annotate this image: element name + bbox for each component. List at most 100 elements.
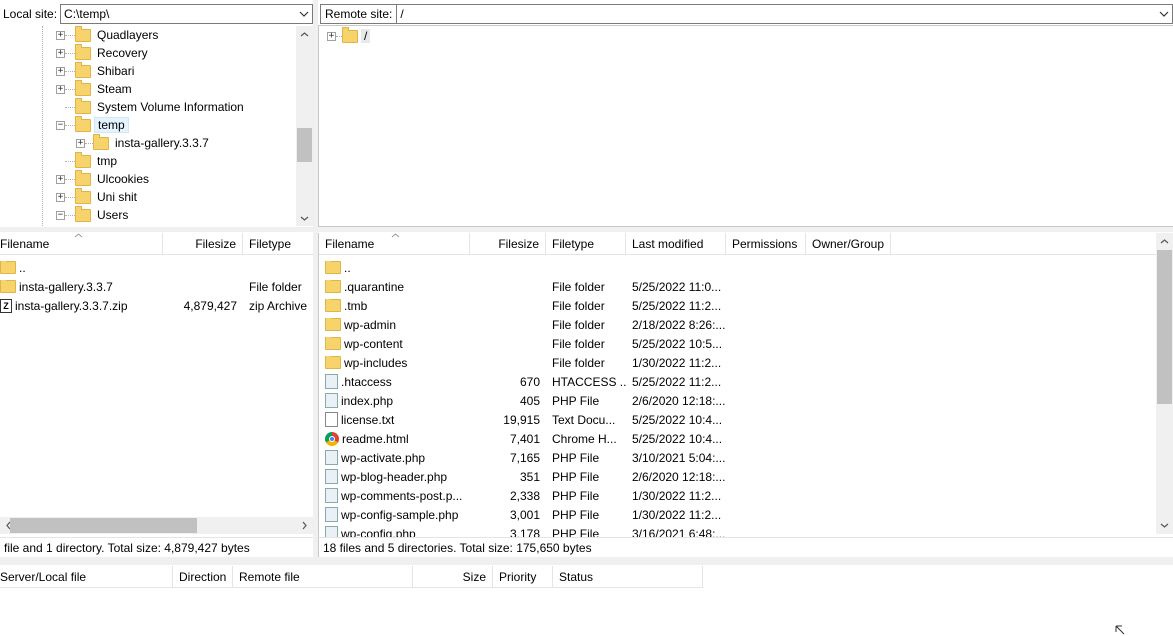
cell-filename: license.txt — [319, 412, 470, 427]
tree-item-insta-gallery[interactable]: + insta-gallery.3.3.7 — [76, 133, 212, 152]
scroll-down-icon[interactable] — [296, 210, 313, 226]
table-row[interactable]: wp-includes File folder 1/30/2022 11:2... — [319, 353, 1157, 372]
list-item[interactable]: insta-gallery.3.3.7 File folder — [0, 277, 313, 296]
expand-icon[interactable]: + — [56, 84, 65, 94]
file-icon — [325, 488, 338, 503]
tree-item-root[interactable]: + / — [327, 26, 371, 45]
expand-icon[interactable]: + — [56, 30, 65, 40]
tree-item-tmp[interactable]: tmp — [56, 151, 120, 170]
cell-filename: wp-admin — [319, 317, 470, 332]
collapse-icon[interactable]: − — [56, 120, 65, 130]
filename-label: wp-includes — [344, 355, 408, 370]
chevron-down-icon[interactable] — [1156, 5, 1172, 23]
list-item[interactable]: Z insta-gallery.3.3.7.zip 4,879,427 zip … — [0, 296, 313, 315]
column-status[interactable]: Status — [553, 566, 703, 587]
tree-item-temp[interactable]: − temp — [56, 115, 129, 134]
column-filesize[interactable]: Filesize — [470, 233, 546, 254]
local-site-combo[interactable]: C:\temp\ — [60, 4, 313, 24]
cell-filename: .quarantine — [319, 279, 470, 294]
folder-icon — [75, 26, 91, 42]
column-filename[interactable]: Filename — [319, 233, 470, 254]
cell-filesize: 4,879,427 — [183, 298, 237, 313]
column-last-modified[interactable]: Last modified — [626, 233, 726, 254]
tree-item-shibari[interactable]: + Shibari — [56, 61, 137, 80]
column-remote-file[interactable]: Remote file — [233, 566, 413, 587]
table-row[interactable]: wp-blog-header.php 351 PHP File 2/6/2020 12… — [319, 467, 1157, 486]
collapse-icon[interactable]: − — [56, 210, 65, 220]
scroll-thumb[interactable] — [297, 128, 312, 162]
cell-size: 3,178 — [509, 526, 540, 538]
cell-modified: 1/30/2022 11:2... — [632, 488, 722, 503]
cell-filetype: zip Archive — [249, 298, 308, 313]
column-filesize-label: Filesize — [195, 236, 236, 251]
cell-modified: 5/25/2022 11:0... — [632, 279, 722, 294]
remote-site-path[interactable]: / — [400, 7, 1156, 21]
filename-label: .. — [19, 260, 26, 275]
table-row[interactable]: .quarantine File folder 5/25/2022 11:0... — [319, 277, 1157, 296]
folder-icon — [75, 43, 91, 60]
tree-item-system-volume-information[interactable]: System Volume Information — [56, 97, 247, 116]
expand-icon[interactable]: + — [56, 66, 65, 76]
table-row[interactable]: wp-config.php 3,178 PHP File 3/16/2021 6:48… — [319, 524, 1157, 537]
scroll-right-icon[interactable] — [296, 517, 312, 534]
column-size[interactable]: Size — [413, 566, 493, 587]
remote-list-scrollbar[interactable] — [1156, 233, 1173, 534]
column-filename[interactable]: Filename — [0, 233, 163, 254]
cell-filename: readme.html — [319, 431, 470, 446]
tree-item-users[interactable]: − Users — [56, 205, 131, 224]
column-owner-group[interactable]: Owner/Group — [806, 233, 891, 254]
table-row[interactable]: license.txt 19,915 Text Docu... 5/25/2022 1… — [319, 410, 1157, 429]
table-row[interactable]: wp-admin File folder 2/18/2022 8:26:... — [319, 315, 1157, 334]
local-site-path[interactable]: C:\temp\ — [64, 7, 296, 21]
scroll-up-icon[interactable] — [1156, 233, 1173, 249]
column-filetype[interactable]: Filetype — [243, 233, 313, 254]
column-server-local-file[interactable]: Server/Local file — [0, 566, 173, 587]
tree-item-uni-shit[interactable]: + Uni shit — [56, 187, 140, 206]
table-row[interactable]: wp-config-sample.php 3,001 PHP File 1/30/20… — [319, 505, 1157, 524]
table-row[interactable]: .. — [319, 258, 1157, 277]
chevron-down-icon[interactable] — [296, 5, 312, 23]
table-row[interactable]: wp-content File folder 5/25/2022 10:5... — [319, 334, 1157, 353]
scroll-thumb[interactable] — [1157, 250, 1172, 404]
tree-item-label: / — [361, 29, 371, 43]
scroll-up-icon[interactable] — [296, 26, 313, 42]
file-icon — [325, 374, 338, 389]
tree-guide-line — [42, 26, 43, 226]
column-permissions[interactable]: Permissions — [726, 233, 806, 254]
tree-item-recovery[interactable]: + Recovery — [56, 43, 151, 62]
table-row[interactable]: .tmb File folder 5/25/2022 11:2... — [319, 296, 1157, 315]
list-item[interactable]: .. — [0, 258, 313, 277]
remote-directory-tree: + / — [318, 25, 1173, 227]
table-row[interactable]: wp-activate.php 7,165 PHP File 3/10/2021 5:… — [319, 448, 1157, 467]
table-row[interactable]: index.php 405 PHP File 2/6/2020 12:18:... — [319, 391, 1157, 410]
zip-archive-icon: Z — [0, 298, 12, 313]
remote-site-combo[interactable]: / — [397, 4, 1173, 24]
table-row[interactable]: wp-comments-post.p... 2,338 PHP File 1/30/2… — [319, 486, 1157, 505]
table-row[interactable]: .htaccess 670 HTACCESS ... 5/25/2022 11:2..… — [319, 372, 1157, 391]
cell-filename: .tmb — [319, 298, 470, 313]
column-direction[interactable]: Direction — [173, 566, 233, 587]
expand-icon[interactable]: + — [56, 174, 65, 184]
expand-icon[interactable]: + — [76, 138, 85, 148]
local-file-header: Filename Filesize Filetype — [0, 233, 313, 255]
column-filesize[interactable]: Filesize — [163, 233, 243, 254]
filename-label: wp-config-sample.php — [341, 507, 459, 522]
tree-item-ulcookies[interactable]: + Ulcookies — [56, 169, 152, 188]
tree-connector — [65, 196, 75, 198]
queue-header: Server/Local file Direction Remote file … — [0, 566, 703, 588]
expand-icon[interactable]: + — [327, 31, 336, 41]
tree-item-steam[interactable]: + Steam — [56, 79, 135, 98]
tree-item-quadlayers[interactable]: + Quadlayers — [56, 26, 161, 44]
scroll-down-icon[interactable] — [1156, 517, 1173, 533]
local-horizontal-scrollbar[interactable] — [0, 517, 313, 534]
expand-icon[interactable]: + — [56, 48, 65, 58]
scroll-thumb[interactable] — [10, 518, 197, 533]
local-tree-scrollbar[interactable] — [296, 26, 313, 226]
expand-icon[interactable]: + — [56, 192, 65, 202]
column-priority[interactable]: Priority — [493, 566, 553, 587]
column-filetype[interactable]: Filetype — [546, 233, 626, 254]
horizontal-splitter[interactable] — [0, 227, 1173, 232]
table-row[interactable]: readme.html 7,401 Chrome H... 5/25/2022 10:… — [319, 429, 1157, 448]
remote-site-label: Remote site: — [320, 4, 398, 24]
queue-splitter[interactable] — [0, 557, 1173, 565]
